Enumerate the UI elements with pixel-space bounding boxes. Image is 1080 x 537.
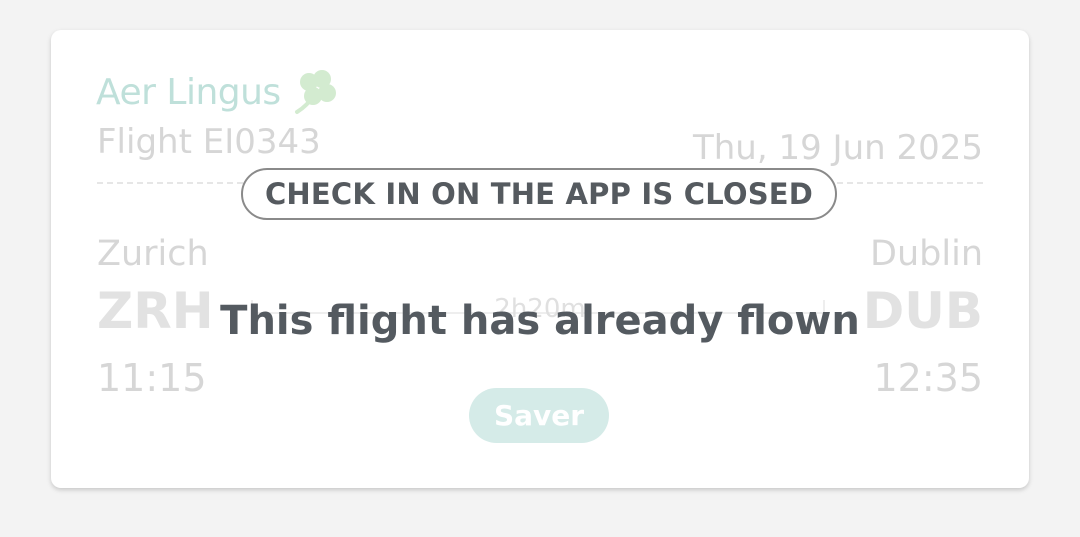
- airline-brand: Aer Lingus: [96, 66, 341, 118]
- origin-city: Zurich: [97, 234, 209, 274]
- flight-flown-message: This flight has already flown: [220, 298, 860, 344]
- checkin-closed-badge: CHECK IN ON THE APP IS CLOSED: [241, 168, 837, 220]
- departure-time: 11:15: [97, 356, 207, 400]
- shamrock-icon: [294, 70, 336, 114]
- airline-name: Aer Lingus: [96, 71, 281, 113]
- flight-number: Flight EI0343: [97, 122, 321, 162]
- arrival-time: 12:35: [873, 356, 983, 400]
- flight-date: Thu, 19 Jun 2025: [692, 128, 983, 168]
- flight-card[interactable]: Aer Lingus Flight EI0343 Thu, 19 Jun 202…: [51, 30, 1029, 488]
- fare-type-badge: Saver: [469, 388, 609, 443]
- destination-city: Dublin: [870, 234, 983, 274]
